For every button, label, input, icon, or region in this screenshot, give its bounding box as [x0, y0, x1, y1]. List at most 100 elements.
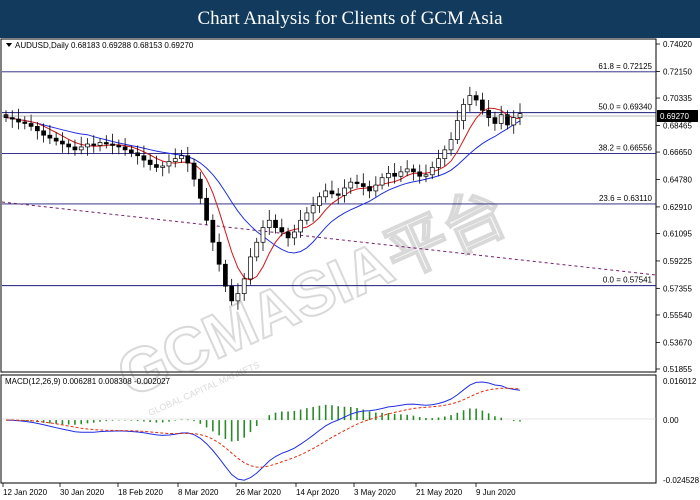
- date-tick-label: 3 May 2020: [354, 488, 396, 497]
- date-tick-label: 21 May 2020: [416, 488, 463, 497]
- candle-body: [16, 118, 21, 123]
- fib-level-label: 50.0 = 0.69340: [598, 103, 652, 112]
- price-tick-label: 0.74020: [663, 40, 692, 49]
- candle-body: [204, 197, 209, 221]
- candle-body: [197, 178, 203, 199]
- candle-body: [160, 165, 166, 168]
- candle-body: [185, 155, 191, 164]
- candle-body: [154, 164, 159, 168]
- candle-body: [72, 146, 78, 151]
- candle-body: [342, 187, 347, 196]
- candle-body: [223, 263, 228, 287]
- candle-body: [423, 174, 429, 177]
- candle-body: [429, 167, 435, 176]
- price-tick-label: 0.59225: [663, 257, 692, 266]
- candle-body: [116, 145, 122, 148]
- macd-axis: 0.016012 0.00 -0.024528: [663, 377, 700, 485]
- candle-body: [285, 231, 291, 239]
- macd-tick-label: -0.024528: [663, 476, 700, 485]
- candle-body: [454, 120, 460, 140]
- candle-body: [386, 172, 391, 179]
- candle-body: [291, 231, 297, 239]
- candle-body: [492, 117, 498, 124]
- candle-body: [317, 196, 322, 206]
- candle-body: [367, 186, 372, 192]
- date-tick-label: 30 Jan 2020: [60, 488, 105, 497]
- candle-body: [135, 152, 140, 157]
- candle-body: [310, 205, 316, 214]
- candle-body: [60, 140, 65, 145]
- price-tick-label: 0.57355: [663, 284, 692, 293]
- candle-body: [78, 146, 84, 151]
- candle-body: [53, 137, 59, 142]
- candle-body: [147, 159, 153, 165]
- price-tick-label: 0.64780: [663, 175, 692, 184]
- candle-body: [404, 168, 410, 173]
- candle-body: [373, 184, 379, 192]
- candle-body: [110, 143, 115, 146]
- candle-body: [442, 149, 448, 160]
- candle-body: [235, 293, 241, 302]
- candle-body: [417, 171, 423, 177]
- candle-body: [392, 172, 397, 177]
- candle-body: [210, 219, 216, 243]
- candle-body: [354, 181, 360, 184]
- candle-body: [436, 158, 441, 168]
- candle-body: [22, 121, 28, 124]
- price-tick-label: 0.51855: [663, 365, 692, 374]
- candle-body: [379, 177, 385, 186]
- candle-body: [448, 139, 454, 151]
- price-tick-label: 0.53670: [663, 338, 692, 347]
- candle-body: [473, 95, 479, 101]
- candle-body: [191, 162, 197, 180]
- candle-body: [260, 227, 266, 243]
- price-tick-label: 0.61095: [663, 230, 692, 239]
- candle-body: [216, 241, 222, 265]
- macd-tick-label: 0.016012: [663, 377, 697, 386]
- fib-level-label: 61.8 = 0.72125: [598, 62, 652, 71]
- candle-body: [398, 171, 404, 177]
- candle-body: [467, 95, 473, 105]
- macd-panel[interactable]: [0, 374, 657, 484]
- candle-body: [348, 181, 354, 189]
- candle-body: [97, 142, 103, 146]
- symbol-info: AUDUSD,Daily 0.68183 0.69288 0.68153 0.6…: [15, 41, 194, 50]
- candle-body: [141, 155, 147, 161]
- candle-body: [486, 109, 492, 118]
- price-tick-label: 0.66650: [663, 148, 692, 157]
- candle-body: [480, 99, 485, 111]
- chart-banner-title: Chart Analysis for Clients of GCM Asia: [0, 0, 700, 38]
- date-tick-label: 18 Feb 2020: [118, 488, 163, 497]
- candle-body: [329, 190, 335, 195]
- price-tick-label: 0.68465: [663, 121, 692, 130]
- candle-body: [28, 123, 34, 127]
- price-tick-label: 0.70335: [663, 94, 692, 103]
- candle-body: [103, 142, 109, 145]
- candle-body: [323, 190, 329, 198]
- candle-body: [172, 158, 178, 162]
- candle-body: [254, 241, 260, 258]
- date-tick-label: 9 Jun 2020: [476, 488, 516, 497]
- macd-tick-label: 0.00: [663, 416, 679, 425]
- candle-body: [511, 117, 517, 126]
- candle-body: [241, 278, 247, 294]
- price-tick-label: 0.62910: [663, 203, 692, 212]
- macd-header: MACD(12,26,9) 0.006281 0.008308 -0.00202…: [5, 377, 171, 386]
- candle-body: [461, 104, 466, 121]
- date-tick-label: 8 Mar 2020: [178, 488, 219, 497]
- fib-level-label: 38.2 = 0.66556: [598, 143, 652, 152]
- fib-level-label: 23.6 = 0.63110: [599, 194, 653, 203]
- price-axis[interactable]: 0.74020 0.72150 0.70335 0.68465 0.66650 0.647…: [656, 40, 692, 374]
- candle-body: [129, 149, 134, 154]
- chart-window[interactable]: GCMASIA平台 GLOBAL CAPITAL MARKETS AUDUSD,…: [0, 38, 700, 500]
- candle-body: [229, 285, 235, 302]
- candle-body: [91, 143, 97, 146]
- candle-body: [304, 212, 310, 221]
- candle-body: [517, 113, 523, 118]
- candle-body: [9, 117, 15, 120]
- date-axis: 12 Jan 2020 30 Jan 2020 18 Feb 2020 8 Mar 2…: [2, 483, 516, 497]
- candle-body: [411, 168, 416, 173]
- candle-body: [335, 193, 341, 196]
- candle-body: [34, 126, 40, 132]
- candle-body: [273, 219, 278, 228]
